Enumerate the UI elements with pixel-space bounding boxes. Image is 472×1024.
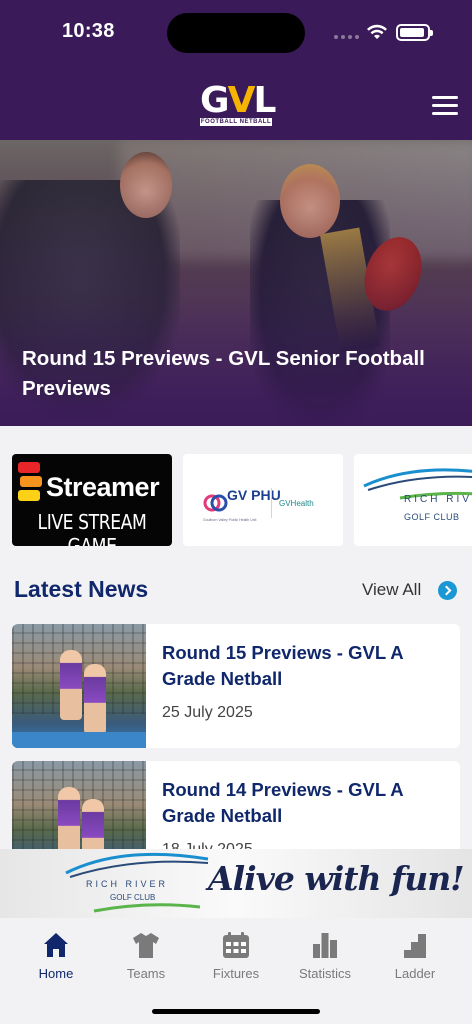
sponsor-gv-phu[interactable]: GV PHU Goulburn Valley Public Health Uni… bbox=[183, 454, 343, 546]
status-time: 10:38 bbox=[62, 20, 115, 42]
sponsor-gvhealth: GVHealth bbox=[279, 499, 314, 508]
streamer-logo-icon bbox=[18, 462, 42, 502]
shirt-icon bbox=[133, 933, 159, 958]
news-card[interactable]: Round 15 Previews - GVL A Grade Netball … bbox=[12, 624, 460, 748]
sponsor-carousel[interactable]: Streamer LIVE STREAM GAME GV PHU Goulbur… bbox=[12, 454, 472, 546]
news-headline: Round 14 Previews - GVL A Grade Netball bbox=[162, 779, 403, 826]
home-icon bbox=[44, 933, 68, 957]
rich-river-swoosh-icon bbox=[65, 852, 209, 878]
tab-label: Home bbox=[38, 966, 74, 981]
news-date: 25 July 2025 bbox=[162, 704, 253, 721]
logo-subtitle: FOOTBALL NETBALL bbox=[200, 118, 272, 126]
sponsor-gv-phu-small: Goulburn Valley Public Health Unit bbox=[203, 518, 257, 522]
cellular-signal-icon bbox=[334, 35, 359, 39]
ladder-icon bbox=[404, 934, 426, 958]
latest-news-heading: Latest News bbox=[14, 576, 149, 602]
chevron-right-icon[interactable] bbox=[438, 581, 457, 600]
tab-home[interactable]: Home bbox=[11, 930, 101, 986]
tab-ladder[interactable]: Ladder bbox=[370, 930, 460, 986]
rich-river-banner-ad[interactable]: RICH RIVER GOLF CLUB Alive with fun! bbox=[0, 849, 472, 918]
sponsor-streamer[interactable]: Streamer LIVE STREAM GAME bbox=[12, 454, 172, 546]
tab-label: Teams bbox=[126, 966, 166, 981]
tab-label: Statistics bbox=[298, 966, 351, 981]
hamburger-menu-icon[interactable] bbox=[432, 96, 458, 116]
dynamic-island bbox=[167, 13, 305, 53]
banner-slogan: Alive with fun! bbox=[208, 859, 465, 898]
app-screen: 10:38 GVL FOOTBALL NETBALL Round 15 Prev… bbox=[0, 0, 472, 1024]
news-headline: Round 15 Previews - GVL A Grade Netball bbox=[162, 642, 403, 689]
hero-featured-story[interactable]: Round 15 Previews - GVL Senior Football … bbox=[0, 140, 472, 426]
sponsor-streamer-tagline: LIVE STREAM GAME bbox=[37, 510, 147, 546]
sponsor-rich-river[interactable]: RICH RIVER GOLF CLUB bbox=[354, 454, 472, 546]
bar-chart-icon bbox=[313, 933, 337, 958]
tab-statistics[interactable]: Statistics bbox=[280, 930, 370, 986]
battery-icon bbox=[396, 24, 433, 41]
top-bar: 10:38 GVL FOOTBALL NETBALL bbox=[0, 0, 472, 140]
banner-brand: RICH RIVER bbox=[86, 879, 169, 889]
gv-phu-logo-icon bbox=[203, 494, 228, 512]
gvl-logo[interactable]: GVL FOOTBALL NETBALL bbox=[200, 83, 276, 126]
calendar-icon bbox=[223, 932, 249, 958]
hero-title: Round 15 Previews - GVL Senior Football … bbox=[22, 347, 425, 400]
home-indicator[interactable] bbox=[152, 1009, 320, 1014]
sponsor-rich-river-sub: GOLF CLUB bbox=[404, 512, 460, 522]
tab-fixtures[interactable]: Fixtures bbox=[191, 930, 281, 986]
sponsor-rich-river-name: RICH RIVER bbox=[404, 494, 472, 505]
news-thumbnail bbox=[12, 624, 146, 748]
tab-teams[interactable]: Teams bbox=[101, 930, 191, 986]
wifi-icon bbox=[367, 24, 387, 39]
sponsor-streamer-name: Streamer bbox=[46, 472, 160, 502]
sponsor-gv-phu-name: GV PHU bbox=[227, 487, 281, 503]
view-all-link[interactable]: View All bbox=[362, 580, 421, 600]
tab-label: Ladder bbox=[394, 966, 436, 981]
banner-green-swoosh bbox=[93, 903, 201, 913]
tab-label: Fixtures bbox=[212, 966, 260, 981]
